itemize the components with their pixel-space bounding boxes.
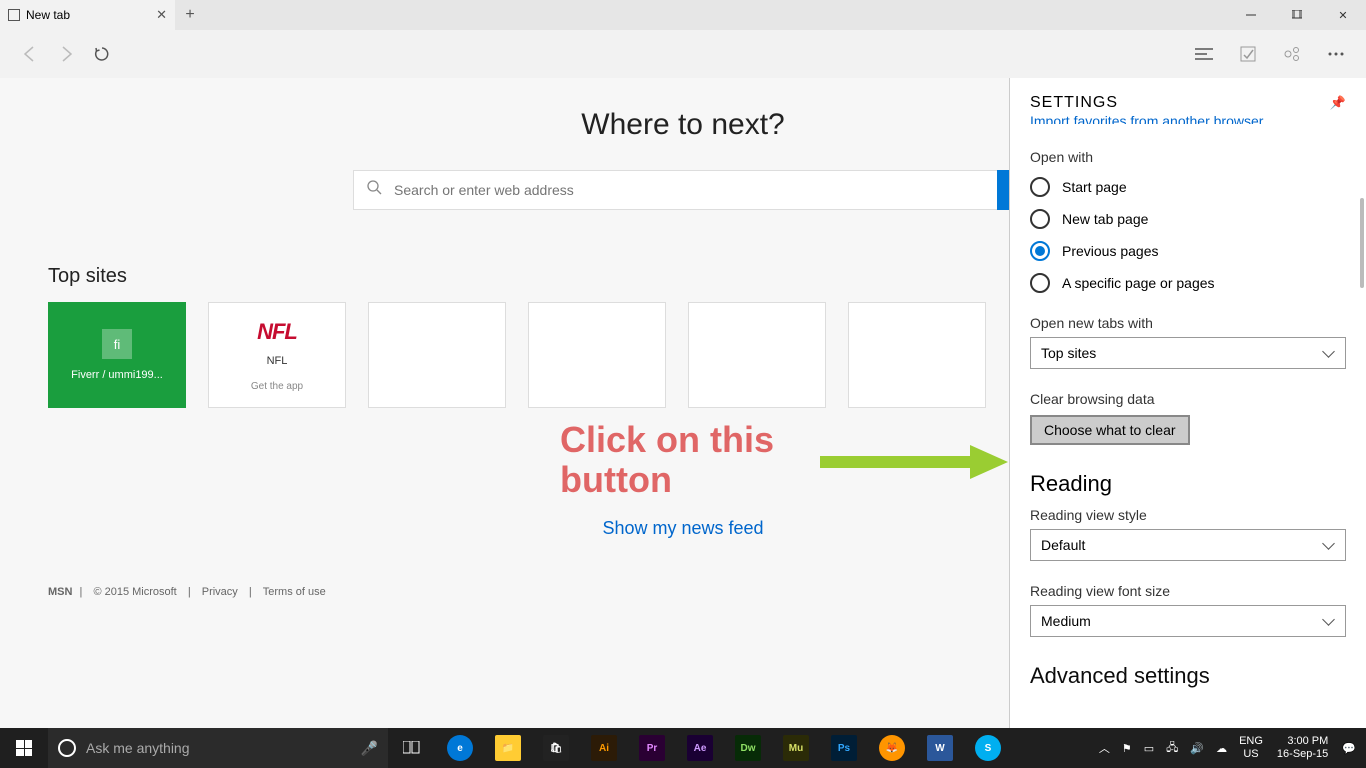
tray-language[interactable]: ENGUS [1233, 735, 1269, 761]
reading-font-label: Reading view font size [1030, 583, 1346, 599]
clear-data-label: Clear browsing data [1030, 391, 1346, 407]
taskbar-pr[interactable]: Pr [628, 728, 676, 768]
forward-button[interactable] [48, 36, 84, 72]
advanced-settings-heading: Advanced settings [1030, 663, 1346, 689]
search-icon [354, 180, 394, 200]
settings-title: SETTINGS [1030, 94, 1118, 112]
open-new-tabs-label: Open new tabs with [1030, 315, 1346, 331]
open-with-label: Open with [1030, 149, 1346, 165]
taskbar-ai[interactable]: Ai [580, 728, 628, 768]
pin-icon[interactable]: 📌 [1330, 95, 1346, 111]
site-icon: fi [102, 329, 132, 359]
search-input[interactable] [394, 182, 1012, 198]
taskbar-word[interactable]: W [916, 728, 964, 768]
footer-msn[interactable]: MSN [48, 586, 72, 598]
open-new-tabs-select[interactable]: Top sites [1030, 337, 1346, 369]
reading-style-select[interactable]: Default [1030, 529, 1346, 561]
tray-network-icon[interactable]: 🖧 [1160, 739, 1184, 758]
new-tab-button[interactable]: + [175, 6, 205, 24]
import-favorites-link[interactable]: Import favorites from another browser [1030, 113, 1346, 124]
tab-page-icon [8, 9, 20, 21]
tile-label: NFL [209, 355, 345, 367]
start-button[interactable] [0, 728, 48, 768]
tile-label: Fiverr / ummi199... [49, 369, 185, 381]
titlebar: New tab ✕ + ✕ [0, 0, 1366, 30]
reading-style-label: Reading view style [1030, 507, 1346, 523]
search-bar[interactable] [353, 170, 1013, 210]
window-controls: ✕ [1228, 0, 1366, 30]
taskbar-explorer[interactable]: 📁 [484, 728, 532, 768]
footer-terms-link[interactable]: Terms of use [263, 586, 326, 598]
windows-logo-icon [16, 740, 32, 756]
taskbar-firefox[interactable]: 🦊 [868, 728, 916, 768]
cortana-placeholder: Ask me anything [86, 740, 190, 756]
taskbar-store[interactable]: 🛍 [532, 728, 580, 768]
footer-privacy-link[interactable]: Privacy [202, 586, 238, 598]
tray-volume-icon[interactable]: 🔊 [1184, 742, 1210, 755]
browser-tab[interactable]: New tab ✕ [0, 0, 175, 30]
taskbar-ps[interactable]: Ps [820, 728, 868, 768]
tray-onedrive-icon[interactable]: ☁ [1210, 742, 1233, 755]
tile-sublabel: Get the app [251, 381, 303, 392]
webnote-button[interactable] [1230, 36, 1266, 72]
cortana-search[interactable]: Ask me anything 🎤 [48, 728, 388, 768]
tile-fiverr[interactable]: fi Fiverr / ummi199... [48, 302, 186, 408]
settings-panel: SETTINGS 📌 Import favorites from another… [1009, 78, 1366, 728]
choose-what-to-clear-button[interactable]: Choose what to clear [1030, 415, 1190, 445]
mic-icon[interactable]: 🎤 [361, 740, 378, 757]
more-button[interactable] [1318, 36, 1354, 72]
tray-battery-icon[interactable]: ▭ [1138, 742, 1160, 755]
taskbar-mu[interactable]: Mu [772, 728, 820, 768]
taskbar-ae[interactable]: Ae [676, 728, 724, 768]
system-tray: ︿ ⚑ ▭ 🖧 🔊 ☁ ENGUS 3:00 PM16-Sep-15 💬 [1093, 735, 1366, 761]
close-tab-icon[interactable]: ✕ [156, 7, 167, 23]
radio-start-page[interactable]: Start page [1030, 177, 1346, 197]
reading-heading: Reading [1030, 471, 1346, 497]
tray-flag-icon[interactable]: ⚑ [1116, 742, 1138, 755]
taskbar-skype[interactable]: S [964, 728, 1012, 768]
minimize-button[interactable] [1228, 0, 1274, 30]
maximize-button[interactable] [1274, 0, 1320, 30]
radio-specific-page[interactable]: A specific page or pages [1030, 273, 1346, 293]
tile-empty[interactable] [368, 302, 506, 408]
tray-chevron-icon[interactable]: ︿ [1093, 740, 1116, 756]
tile-empty[interactable] [848, 302, 986, 408]
settings-scrollbar[interactable] [1360, 198, 1364, 288]
tab-title: New tab [26, 8, 70, 22]
hub-button[interactable] [1186, 36, 1222, 72]
close-window-button[interactable]: ✕ [1320, 0, 1366, 30]
tray-clock[interactable]: 3:00 PM16-Sep-15 [1269, 735, 1336, 761]
taskbar-edge[interactable]: e [436, 728, 484, 768]
task-view-button[interactable] [388, 728, 436, 768]
footer-copyright: © 2015 Microsoft [93, 586, 176, 598]
tile-nfl[interactable]: NFL NFL Get the app [208, 302, 346, 408]
cortana-icon [58, 739, 76, 757]
radio-new-tab-page[interactable]: New tab page [1030, 209, 1346, 229]
nfl-logo-icon: NFL [257, 319, 297, 345]
footer: MSN | © 2015 Microsoft | Privacy | Terms… [48, 586, 330, 598]
share-button[interactable] [1274, 36, 1310, 72]
back-button[interactable] [12, 36, 48, 72]
refresh-button[interactable] [84, 36, 120, 72]
radio-previous-pages[interactable]: Previous pages [1030, 241, 1346, 261]
taskbar-dw[interactable]: Dw [724, 728, 772, 768]
tray-notifications-icon[interactable]: 💬 [1336, 742, 1362, 755]
toolbar [0, 30, 1366, 78]
tile-empty[interactable] [528, 302, 666, 408]
open-with-radiogroup: Start page New tab page Previous pages A… [1030, 177, 1346, 293]
reading-font-select[interactable]: Medium [1030, 605, 1346, 637]
tile-empty[interactable] [688, 302, 826, 408]
taskbar: Ask me anything 🎤 e 📁 🛍 Ai Pr Ae Dw Mu P… [0, 728, 1366, 768]
